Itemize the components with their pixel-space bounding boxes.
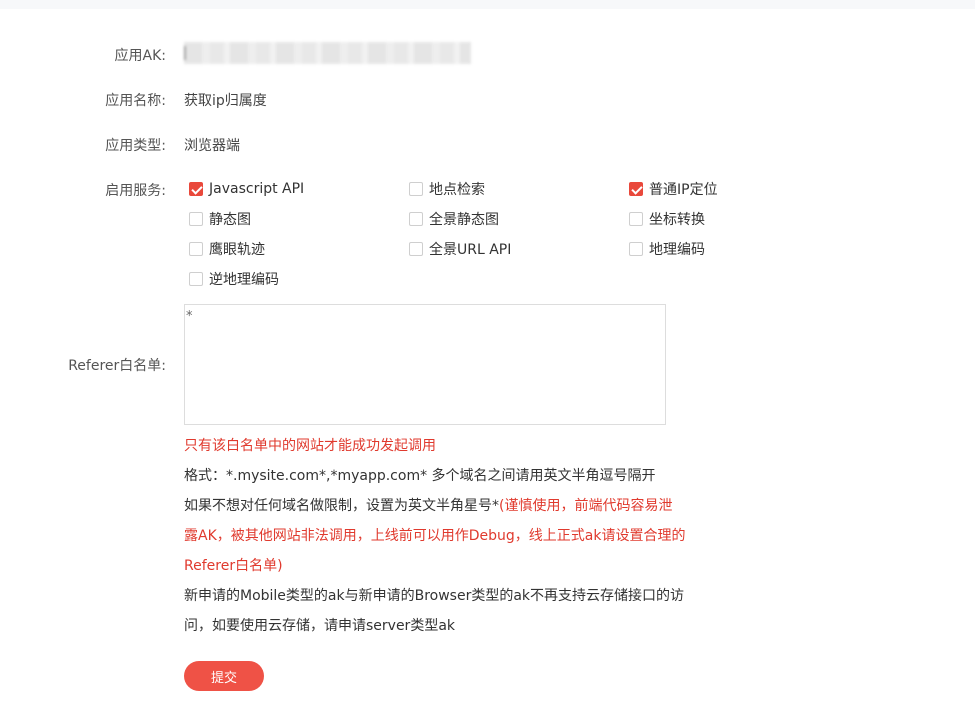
service-option[interactable]: 静态图 bbox=[189, 209, 251, 229]
service-label: 普通IP定位 bbox=[649, 182, 718, 198]
app-name-label: 应用名称: bbox=[105, 93, 166, 109]
referer-warning-note: 只有该白名单中的网站才能成功发起调用 bbox=[184, 438, 436, 454]
referer-star-note-line1: 如果不想对任何域名做限制，设置为英文半角星号*(谨慎使用，前端代码容易泄 bbox=[184, 491, 694, 521]
service-option[interactable]: 地理编码 bbox=[629, 239, 705, 259]
service-checkbox[interactable] bbox=[409, 212, 423, 226]
app-type-label: 应用类型: bbox=[105, 138, 166, 154]
service-label: 逆地理编码 bbox=[209, 272, 279, 288]
service-label: 全景URL API bbox=[429, 242, 512, 258]
service-label: 静态图 bbox=[209, 212, 251, 228]
service-checkbox[interactable] bbox=[189, 212, 203, 226]
mobile-note-line2: 问，如要使用云存储，请申请server类型ak bbox=[184, 618, 456, 634]
referer-star-note-caution: (谨慎使用，前端代码容易泄 bbox=[499, 498, 673, 514]
service-label: 地点检索 bbox=[429, 182, 485, 198]
service-label: 全景静态图 bbox=[429, 212, 499, 228]
service-label: 鹰眼轨迹 bbox=[209, 242, 265, 258]
service-checkbox[interactable] bbox=[189, 242, 203, 256]
service-checkbox[interactable] bbox=[629, 242, 643, 256]
referer-star-note-line3: Referer白名单) bbox=[184, 558, 283, 574]
service-checkbox[interactable] bbox=[189, 272, 203, 286]
service-label: 坐标转换 bbox=[649, 212, 705, 228]
service-label: 地理编码 bbox=[649, 242, 705, 258]
top-bar bbox=[0, 0, 975, 9]
referer-label: Referer白名单: bbox=[68, 358, 166, 374]
service-option[interactable]: 鹰眼轨迹 bbox=[189, 239, 265, 259]
referer-star-note-dark: 如果不想对任何域名做限制，设置为英文半角星号* bbox=[184, 498, 499, 514]
service-checkbox[interactable] bbox=[629, 182, 643, 196]
referer-whitelist-input[interactable] bbox=[184, 304, 666, 425]
service-option[interactable]: Javascript API bbox=[189, 179, 304, 199]
referer-star-note-line2: 露AK，被其他网站非法调用，上线前可以用作Debug，线上正式ak请设置合理的 bbox=[184, 528, 686, 544]
app-type-value: 浏览器端 bbox=[184, 138, 240, 154]
service-option[interactable]: 坐标转换 bbox=[629, 209, 705, 229]
services-label: 启用服务: bbox=[105, 183, 166, 199]
service-checkbox[interactable] bbox=[409, 242, 423, 256]
app-name-value: 获取ip归属度 bbox=[184, 93, 267, 109]
referer-format-note: 格式：*.mysite.com*,*myapp.com* 多个域名之间请用英文半… bbox=[184, 468, 656, 484]
service-option[interactable]: 逆地理编码 bbox=[189, 269, 279, 289]
ak-label: 应用AK: bbox=[114, 48, 166, 64]
ak-value-masked bbox=[184, 42, 471, 64]
service-checkbox[interactable] bbox=[189, 182, 203, 196]
submit-button[interactable]: 提交 bbox=[184, 661, 264, 691]
mobile-note-line1: 新申请的Mobile类型的ak与新申请的Browser类型的ak不再支持云存储接… bbox=[184, 588, 685, 604]
service-checkbox[interactable] bbox=[629, 212, 643, 226]
service-label: Javascript API bbox=[209, 181, 305, 197]
service-option[interactable]: 地点检索 bbox=[409, 179, 485, 199]
service-option[interactable]: 全景URL API bbox=[409, 239, 511, 259]
service-option[interactable]: 普通IP定位 bbox=[629, 179, 718, 199]
service-checkbox[interactable] bbox=[409, 182, 423, 196]
service-option[interactable]: 全景静态图 bbox=[409, 209, 499, 229]
